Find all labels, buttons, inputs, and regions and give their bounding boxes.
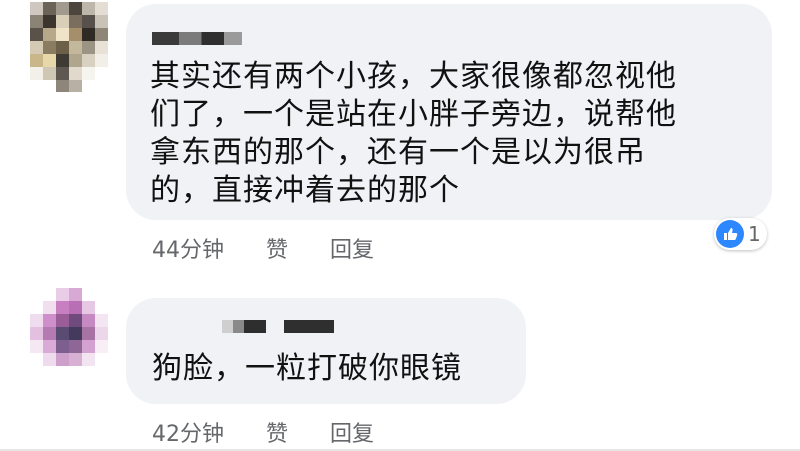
like-button[interactable]: 赞 <box>266 232 288 264</box>
like-icon <box>716 220 744 248</box>
comment-timestamp[interactable]: 42分钟 <box>152 416 224 448</box>
reply-button[interactable]: 回复 <box>330 416 374 448</box>
avatar[interactable] <box>30 2 112 92</box>
commenter-name-part <box>284 320 334 333</box>
comment-timestamp[interactable]: 44分钟 <box>152 232 224 264</box>
comment-bubble[interactable]: 狗脸，一粒打破你眼镜 <box>126 298 526 404</box>
comment-text: 狗脸，一粒打破你眼镜 <box>152 351 462 386</box>
commenter-name[interactable] <box>222 320 266 333</box>
comment-actions: 44分钟 赞 回复 <box>152 232 416 264</box>
reaction-count: 1 <box>748 222 761 246</box>
commenter-name[interactable] <box>152 32 242 45</box>
avatar[interactable] <box>30 288 110 372</box>
comment-thread: 其实还有两个小孩，大家很像都忽视他 们了，一个是站在小胖子旁边，说帮他 拿东西的… <box>0 0 800 451</box>
comment-bubble[interactable]: 其实还有两个小孩，大家很像都忽视他 们了，一个是站在小胖子旁边，说帮他 拿东西的… <box>126 4 772 220</box>
like-button[interactable]: 赞 <box>266 416 288 448</box>
comment-actions: 42分钟 赞 回复 <box>152 416 416 448</box>
reply-button[interactable]: 回复 <box>330 232 374 264</box>
comment-text: 其实还有两个小孩，大家很像都忽视他 们了，一个是站在小胖子旁边，说帮他 拿东西的… <box>150 59 677 208</box>
reaction-summary[interactable]: 1 <box>714 218 767 250</box>
